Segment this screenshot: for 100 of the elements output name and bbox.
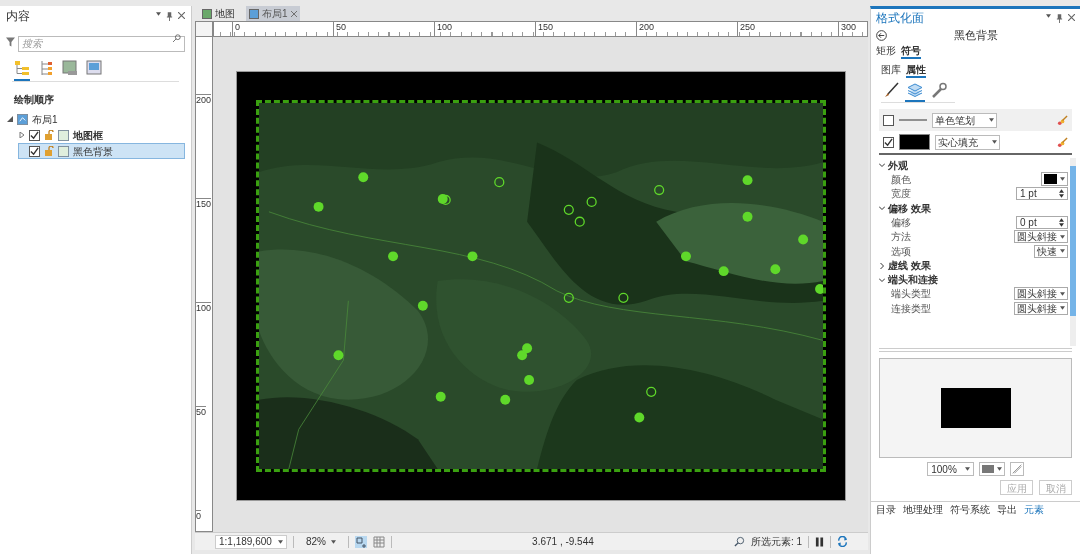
close-icon[interactable] [290, 10, 297, 17]
search-icon[interactable] [173, 34, 181, 42]
ruler-label: 300 [838, 22, 857, 36]
spinner-field[interactable]: 0 pt [1016, 215, 1068, 229]
tab[interactable]: 符号 [901, 44, 921, 59]
preview-swatch [940, 388, 1011, 428]
scrollbar[interactable] [1070, 158, 1076, 346]
checkbox[interactable] [883, 136, 894, 148]
back-icon[interactable] [876, 29, 887, 41]
view-tab[interactable] [14, 60, 30, 81]
pause-icon[interactable] [815, 536, 824, 547]
caret-icon [1060, 234, 1065, 239]
paint-icon[interactable] [1057, 114, 1068, 126]
caret-icon [1060, 306, 1065, 311]
close-icon[interactable] [178, 11, 185, 19]
selection-count: 所选元素: 1 [750, 535, 802, 549]
tab[interactable]: 导出 [994, 502, 1020, 517]
section-header[interactable]: 偏移 效果 [879, 201, 1070, 215]
map-frame-icon [62, 60, 78, 76]
icon-tab[interactable] [905, 82, 925, 102]
checkbox[interactable] [883, 114, 894, 126]
zoom-dropdown[interactable]: 82% [300, 534, 342, 549]
spinner-arrows-icon[interactable] [1059, 217, 1064, 227]
property-label: 方法 [891, 230, 911, 245]
line-swatch [899, 118, 927, 122]
symbol-layer-row[interactable]: 单色笔划 [879, 109, 1072, 131]
section-header[interactable]: 端头和连接 [879, 272, 1070, 287]
scale-dropdown[interactable]: 1:1,189,600 [215, 534, 287, 549]
layout-icon [17, 113, 28, 125]
filter-icon[interactable] [6, 37, 15, 47]
expand-arrow-icon[interactable] [7, 116, 13, 122]
property-label: 颜色 [891, 172, 911, 187]
property-label: 选项 [891, 244, 911, 259]
section-header[interactable]: 外观 [879, 158, 1070, 172]
fill-swatch [899, 134, 930, 150]
zoom-dropdown[interactable]: 100% [927, 462, 974, 476]
map-icon [202, 8, 212, 19]
search-field[interactable]: 搜索 [18, 35, 185, 52]
zoom-selection-icon[interactable] [733, 536, 745, 547]
tree-label: 黑色背景 [73, 144, 113, 159]
caret-icon [156, 11, 161, 16]
element-name: 黑色背景 [952, 27, 999, 43]
tab[interactable]: 符号系统 [947, 502, 993, 517]
tree-row[interactable]: 黑色背景 [18, 143, 185, 159]
tree-row[interactable]: 地图框 [18, 127, 185, 143]
tab[interactable]: 矩形 [876, 44, 896, 59]
checkbox[interactable] [29, 145, 40, 157]
property-dropdown[interactable]: 圆头斜接 [1014, 287, 1068, 301]
caret-icon [1060, 291, 1065, 296]
tab[interactable]: 地理处理 [900, 502, 946, 517]
layout-icon [249, 8, 259, 19]
snap-icon[interactable] [355, 535, 367, 548]
layer-type-dropdown[interactable]: 实心填充 [935, 134, 1000, 150]
close-icon[interactable] [1068, 13, 1075, 21]
pin-icon[interactable] [166, 11, 173, 21]
expand-arrow-icon[interactable] [19, 132, 25, 138]
pane-title: 内容 [6, 8, 30, 25]
brush-icon [883, 82, 899, 98]
tree-row[interactable]: 布局1 [6, 111, 185, 127]
property-label: 偏移 [891, 215, 911, 230]
tab[interactable]: 元素 [1021, 502, 1047, 517]
spinner-field[interactable]: 1 pt [1016, 187, 1068, 201]
pin-icon[interactable] [1056, 13, 1063, 23]
tab[interactable]: 目录 [873, 502, 899, 517]
tree-list-icon [14, 60, 30, 76]
section-header[interactable]: 虚线 效果 [879, 258, 1070, 273]
color-dropdown[interactable] [1041, 172, 1068, 187]
symbol-layer-row[interactable]: 实心填充 [879, 131, 1072, 153]
ruler-label: 100 [434, 22, 453, 36]
ruler-label: 100 [196, 302, 212, 313]
window-icon [86, 60, 102, 76]
paint-icon[interactable] [1057, 136, 1068, 148]
document-tab[interactable]: 地图 [199, 6, 238, 21]
tab[interactable]: 属性 [906, 63, 926, 78]
ruler-label: 0 [196, 510, 201, 521]
checkbox[interactable] [29, 129, 40, 141]
tree-label: 布局1 [32, 112, 58, 127]
ruler-label: 250 [737, 22, 756, 36]
caret-icon [992, 140, 997, 144]
spinner-arrows-icon[interactable] [1059, 189, 1064, 199]
background-dropdown[interactable] [978, 462, 1005, 476]
lock-icon[interactable] [44, 130, 54, 140]
chevron-icon [879, 205, 885, 211]
property-dropdown[interactable]: 圆头斜接 [1014, 230, 1068, 244]
no-color-icon[interactable] [1009, 462, 1024, 476]
ruler-label: 50 [196, 406, 206, 417]
tree-label: 地图框 [73, 128, 103, 143]
caret-icon [278, 539, 283, 544]
property-dropdown[interactable]: 快速 [1034, 244, 1068, 258]
pane-title: 格式化面 [876, 10, 924, 27]
property-label: 宽度 [891, 187, 911, 202]
property-dropdown[interactable]: 圆头斜接 [1014, 301, 1068, 315]
refresh-icon[interactable] [837, 536, 848, 547]
layer-type-dropdown[interactable]: 单色笔划 [932, 112, 997, 128]
property-label: 端头类型 [891, 287, 931, 302]
ruler-label: 50 [333, 22, 346, 36]
tab[interactable]: 图库 [881, 63, 901, 78]
wrench-icon [931, 82, 947, 98]
document-tab[interactable]: 布局1 [246, 6, 300, 21]
ruler-label: 150 [535, 22, 554, 36]
